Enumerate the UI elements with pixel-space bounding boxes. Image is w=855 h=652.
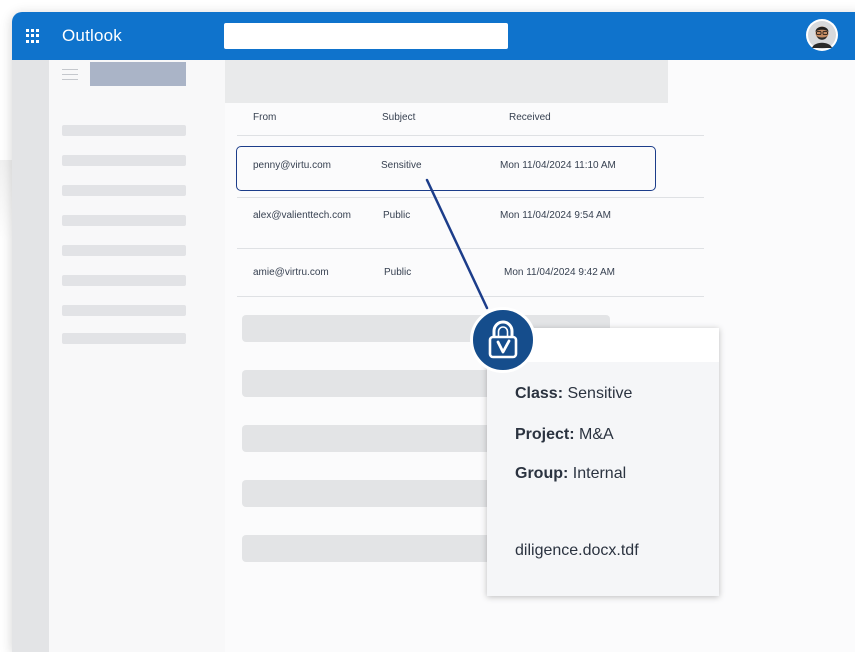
- folder-placeholder[interactable]: [62, 275, 186, 286]
- project-attribute: Project: M&A: [515, 426, 614, 444]
- folder-placeholder[interactable]: [62, 333, 186, 344]
- selected-row-outline: [236, 146, 656, 191]
- column-header-subject[interactable]: Subject: [382, 112, 415, 123]
- class-label: Class:: [515, 385, 564, 402]
- search-input[interactable]: [224, 23, 508, 49]
- table-row[interactable]: alex@valienttech.com Public Mon 11/04/20…: [237, 191, 704, 241]
- hamburger-icon[interactable]: [62, 69, 78, 81]
- group-label: Group:: [515, 465, 569, 482]
- folder-placeholder[interactable]: [62, 215, 186, 226]
- app-rail: [12, 60, 49, 652]
- folder-placeholder[interactable]: [62, 185, 186, 196]
- lock-badge: [470, 307, 536, 373]
- class-value: Sensitive: [567, 385, 633, 402]
- new-message-button[interactable]: [90, 62, 186, 86]
- app-launcher-icon[interactable]: [26, 29, 40, 43]
- list-toolbar: [225, 60, 668, 103]
- row-subject: Public: [384, 267, 412, 278]
- folder-placeholder[interactable]: [62, 245, 186, 256]
- row-from: amie@virtru.com: [253, 267, 329, 278]
- row-subject: Public: [383, 210, 411, 221]
- project-value: M&A: [579, 426, 614, 443]
- attachment-filename: diligence.docx.tdf: [515, 542, 639, 559]
- row-received: Mon 11/04/2024 9:54 AM: [500, 210, 612, 221]
- user-avatar-icon[interactable]: [805, 18, 839, 52]
- lock-v-icon: [488, 320, 518, 359]
- row-divider: [237, 135, 704, 136]
- app-title: Outlook: [62, 26, 122, 45]
- class-attribute: Class: Sensitive: [515, 385, 632, 403]
- folder-pane: [49, 60, 225, 652]
- column-header-received[interactable]: Received: [509, 112, 551, 123]
- outlook-window: Outlook From Subject Received penny@virt…: [12, 12, 855, 652]
- table-row[interactable]: amie@virtru.com Public Mon 11/04/2024 9:…: [237, 248, 704, 298]
- folder-placeholder[interactable]: [62, 125, 186, 136]
- row-from: alex@valienttech.com: [253, 210, 351, 221]
- column-header-from[interactable]: From: [253, 112, 276, 123]
- folder-placeholder[interactable]: [62, 155, 186, 166]
- row-divider: [237, 296, 704, 297]
- top-bar: Outlook: [12, 12, 855, 60]
- row-received: Mon 11/04/2024 9:42 AM: [504, 267, 616, 278]
- folder-placeholder[interactable]: [62, 305, 186, 316]
- project-label: Project:: [515, 426, 575, 443]
- group-value: Internal: [572, 465, 627, 482]
- group-attribute: Group: Internal: [515, 465, 626, 483]
